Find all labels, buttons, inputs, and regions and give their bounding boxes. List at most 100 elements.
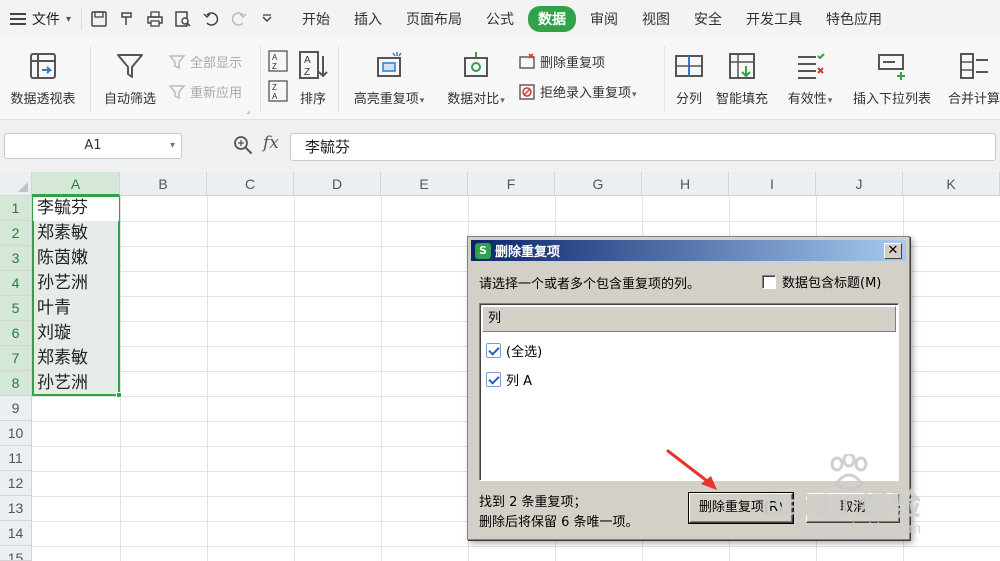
tab-page-layout[interactable]: 页面布局	[396, 6, 472, 32]
column-header-f[interactable]: F	[468, 172, 555, 196]
tab-security[interactable]: 安全	[684, 6, 732, 32]
row-header-3[interactable]: 3	[0, 246, 32, 271]
row-header-12[interactable]: 12	[0, 471, 32, 496]
data-compare-button[interactable]: 数据对比	[440, 50, 512, 107]
fill-handle[interactable]	[116, 392, 122, 398]
pivot-table-icon	[30, 53, 56, 79]
undo-icon[interactable]	[202, 10, 220, 28]
save-icon[interactable]	[90, 10, 108, 28]
cell-a1[interactable]: 李毓芬	[37, 196, 88, 221]
row-header-14[interactable]: 14	[0, 521, 32, 546]
checkbox-box[interactable]	[762, 274, 776, 289]
reject-duplicates-button[interactable]: 拒绝录入重复项	[518, 82, 637, 101]
row-header-1[interactable]: 1	[0, 196, 32, 221]
redo-icon[interactable]	[230, 10, 248, 28]
file-menu-label: 文件	[32, 12, 60, 28]
name-box[interactable]: A1 ▾	[4, 133, 182, 159]
insert-function-icon[interactable]: fx	[263, 133, 279, 153]
column-header-j[interactable]: J	[816, 172, 903, 196]
column-header-d[interactable]: D	[294, 172, 381, 196]
row-header-11[interactable]: 11	[0, 446, 32, 471]
column-header-h[interactable]: H	[642, 172, 729, 196]
list-item-column-a[interactable]: 列 A	[486, 370, 532, 389]
pivot-table-button[interactable]: 数据透视表	[6, 50, 80, 107]
tab-formulas[interactable]: 公式	[476, 6, 524, 32]
reapply-button[interactable]: 重新应用	[168, 82, 242, 101]
insert-dropdown-list-button[interactable]: 插入下拉列表	[846, 50, 938, 107]
print-icon[interactable]	[146, 10, 164, 28]
baidu-watermark: Baidu 经验 jingyan.baidu.com	[762, 454, 1000, 561]
data-has-header-checkbox[interactable]: 数据包含标题(M)	[762, 272, 881, 291]
sort-button[interactable]: AZ 排序	[296, 50, 330, 107]
text-to-columns-button[interactable]: 分列	[672, 50, 706, 107]
customize-toolbar-icon[interactable]	[258, 10, 276, 28]
row-header-15[interactable]: 15	[0, 546, 32, 561]
column-header-e[interactable]: E	[381, 172, 468, 196]
row-header-5[interactable]: 5	[0, 296, 32, 321]
autofilter-label: 自动筛选	[103, 92, 156, 107]
cell-a8[interactable]: 孙艺洲	[37, 371, 88, 396]
consolidate-icon	[960, 53, 988, 79]
row-header-7[interactable]: 7	[0, 346, 32, 371]
remove-duplicates-button[interactable]: 删除重复项	[518, 52, 605, 71]
sort-descending-icon[interactable]: ZA	[268, 80, 288, 102]
row-header-2[interactable]: 2	[0, 221, 32, 246]
close-button[interactable]: ✕	[884, 243, 902, 259]
search-formula-icon[interactable]	[232, 134, 254, 156]
sort-ascending-icon[interactable]: AZ	[268, 50, 288, 72]
file-menu[interactable]: 文件 ▾	[0, 0, 81, 38]
consolidate-button[interactable]: 合并计算	[944, 50, 1000, 107]
svg-text:A: A	[272, 92, 278, 101]
cell-a2[interactable]: 郑素敏	[37, 221, 88, 246]
cell-a3[interactable]: 陈茵嫩	[37, 246, 88, 271]
tab-home[interactable]: 开始	[292, 6, 340, 32]
autofilter-button[interactable]: 自动筛选	[100, 50, 160, 107]
column-header-b[interactable]: B	[120, 172, 207, 196]
row-header-13[interactable]: 13	[0, 496, 32, 521]
sort-label: 排序	[299, 92, 326, 107]
print-preview-icon[interactable]	[174, 10, 192, 28]
checkbox-checked-icon[interactable]	[486, 372, 501, 387]
column-header-g[interactable]: G	[555, 172, 642, 196]
grid-line	[32, 221, 1000, 222]
show-all-button[interactable]: 全部显示	[168, 52, 242, 71]
tab-special-apps[interactable]: 特色应用	[816, 6, 892, 32]
row-header-9[interactable]: 9	[0, 396, 32, 421]
columns-list-header: 列	[482, 306, 896, 332]
checkbox-checked-icon[interactable]	[486, 343, 501, 358]
column-header-i[interactable]: I	[729, 172, 816, 196]
chevron-down-icon[interactable]: ▾	[170, 134, 175, 158]
formula-input[interactable]: 李毓芬	[290, 133, 996, 161]
menu-bar: 文件 ▾ 开始 插入 页面布局 公式 数据 审阅 视图 安全 开发工具 特色应用	[0, 0, 1000, 38]
row-header-10[interactable]: 10	[0, 421, 32, 446]
list-item-select-all[interactable]: (全选)	[486, 341, 542, 360]
tab-insert[interactable]: 插入	[344, 6, 392, 32]
row-header-6[interactable]: 6	[0, 321, 32, 346]
dialog-launcher-icon[interactable]: ⌟	[246, 106, 250, 116]
remove-duplicates-label: 删除重复项	[540, 56, 606, 71]
svg-text:Z: Z	[272, 83, 277, 92]
cell-a6[interactable]: 刘璇	[37, 321, 71, 346]
smart-fill-button[interactable]: 智能填充	[712, 50, 772, 107]
row-header-4[interactable]: 4	[0, 271, 32, 296]
row-header-8[interactable]: 8	[0, 371, 32, 396]
tab-review[interactable]: 审阅	[580, 6, 628, 32]
cell-a5[interactable]: 叶青	[37, 296, 71, 321]
tab-view[interactable]: 视图	[632, 6, 680, 32]
tab-developer[interactable]: 开发工具	[736, 6, 812, 32]
data-validation-button[interactable]: 有效性	[780, 50, 840, 107]
tab-data[interactable]: 数据	[528, 6, 577, 32]
select-all-corner[interactable]	[0, 172, 32, 196]
column-header-k[interactable]: K	[903, 172, 1000, 196]
highlight-duplicates-button[interactable]: 高亮重复项	[346, 50, 432, 107]
dialog-titlebar[interactable]: S 删除重复项 ✕	[471, 240, 906, 261]
column-header-a[interactable]: A	[32, 172, 120, 196]
watermark-brand: Baidu 经验	[762, 489, 922, 522]
format-painter-icon[interactable]	[118, 10, 136, 28]
cell-a7[interactable]: 郑素敏	[37, 346, 88, 371]
cell-a4[interactable]: 孙艺洲	[37, 271, 88, 296]
column-header-c[interactable]: C	[207, 172, 294, 196]
grid-line	[294, 196, 295, 561]
filter-clear-icon	[168, 54, 186, 69]
smart-fill-icon	[729, 53, 755, 79]
